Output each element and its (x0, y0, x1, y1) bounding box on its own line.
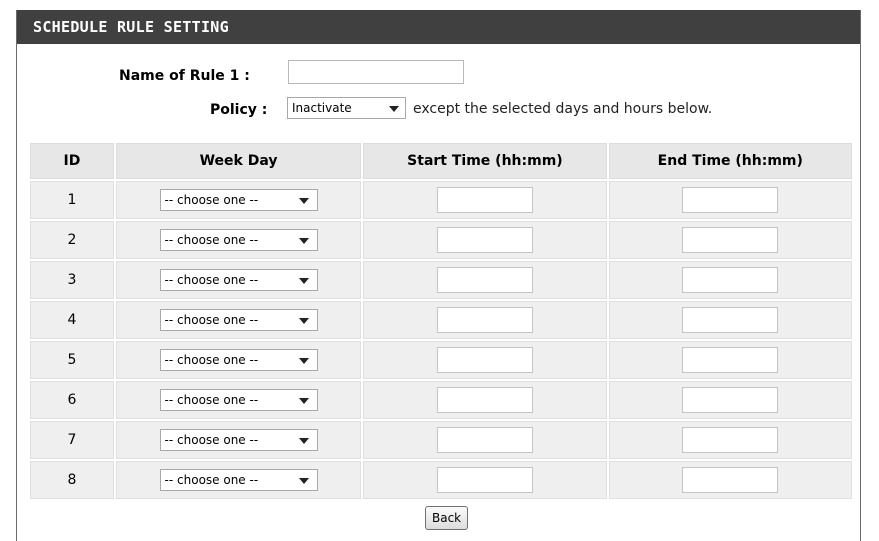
chevron-down-icon (298, 238, 309, 244)
chevron-down-icon (298, 318, 309, 324)
table-row: 3 -- choose one -- (30, 261, 852, 299)
week-day-select[interactable]: -- choose one -- (159, 189, 318, 211)
header-start-time: Start Time (hh:mm) (363, 143, 607, 179)
week-day-select-value: -- choose one -- (164, 273, 259, 287)
chevron-down-icon (389, 106, 399, 112)
policy-select[interactable]: Inactivate (287, 97, 406, 119)
week-day-select-value: -- choose one -- (164, 433, 259, 447)
start-time-input[interactable] (436, 347, 533, 373)
chevron-down-icon (298, 278, 309, 284)
header-id: ID (30, 143, 114, 179)
start-time-input[interactable] (436, 227, 533, 253)
row-id: 7 (30, 421, 114, 459)
table-header-row: ID Week Day Start Time (hh:mm) End Time … (30, 143, 852, 179)
start-time-input[interactable] (436, 187, 533, 213)
end-time-input[interactable] (682, 227, 779, 253)
rule-name-input[interactable] (288, 60, 464, 84)
end-time-input[interactable] (682, 267, 779, 293)
schedule-rule-panel: SCHEDULE RULE SETTING Name of Rule 1 : P… (16, 10, 861, 541)
week-day-select[interactable]: -- choose one -- (159, 269, 318, 291)
chevron-down-icon (298, 198, 309, 204)
chevron-down-icon (298, 398, 309, 404)
rule-name-label: Name of Rule 1 : (119, 68, 250, 84)
start-time-input[interactable] (436, 467, 533, 493)
week-day-select-value: -- choose one -- (164, 313, 259, 327)
end-time-input[interactable] (682, 307, 779, 333)
week-day-select[interactable]: -- choose one -- (159, 469, 318, 491)
end-time-input[interactable] (682, 187, 779, 213)
start-time-input[interactable] (436, 307, 533, 333)
start-time-input[interactable] (436, 387, 533, 413)
header-week-day: Week Day (115, 143, 362, 179)
table-row: 4 -- choose one -- (30, 301, 852, 339)
back-button[interactable]: Back (425, 506, 469, 530)
chevron-down-icon (298, 358, 309, 364)
week-day-select-value: -- choose one -- (164, 393, 259, 407)
week-day-select[interactable]: -- choose one -- (159, 349, 318, 371)
week-day-select[interactable]: -- choose one -- (159, 229, 318, 251)
row-id: 8 (30, 461, 114, 499)
policy-label: Policy : (210, 102, 268, 118)
row-id: 5 (30, 341, 114, 379)
table-row: 2 -- choose one -- (30, 221, 852, 259)
end-time-input[interactable] (682, 467, 779, 493)
table-row: 1 -- choose one -- (30, 181, 852, 219)
header-end-time: End Time (hh:mm) (608, 143, 852, 179)
table-row: 8 -- choose one -- (30, 461, 852, 499)
row-id: 2 (30, 221, 114, 259)
row-id: 3 (30, 261, 114, 299)
week-day-select-value: -- choose one -- (164, 473, 259, 487)
start-time-input[interactable] (436, 267, 533, 293)
policy-select-value: Inactivate (292, 101, 352, 115)
end-time-input[interactable] (682, 347, 779, 373)
start-time-input[interactable] (436, 427, 533, 453)
row-id: 6 (30, 381, 114, 419)
end-time-input[interactable] (682, 427, 779, 453)
week-day-select-value: -- choose one -- (164, 353, 259, 367)
schedule-table: ID Week Day Start Time (hh:mm) End Time … (28, 141, 854, 501)
chevron-down-icon (298, 438, 309, 444)
chevron-down-icon (298, 478, 309, 484)
row-id: 1 (30, 181, 114, 219)
week-day-select[interactable]: -- choose one -- (159, 389, 318, 411)
week-day-select[interactable]: -- choose one -- (159, 429, 318, 451)
section-title: SCHEDULE RULE SETTING (17, 10, 860, 44)
table-row: 7 -- choose one -- (30, 421, 852, 459)
week-day-select[interactable]: -- choose one -- (159, 309, 318, 331)
policy-description: except the selected days and hours below… (413, 101, 713, 117)
end-time-input[interactable] (682, 387, 779, 413)
week-day-select-value: -- choose one -- (164, 193, 259, 207)
table-row: 6 -- choose one -- (30, 381, 852, 419)
table-row: 5 -- choose one -- (30, 341, 852, 379)
week-day-select-value: -- choose one -- (164, 233, 259, 247)
row-id: 4 (30, 301, 114, 339)
